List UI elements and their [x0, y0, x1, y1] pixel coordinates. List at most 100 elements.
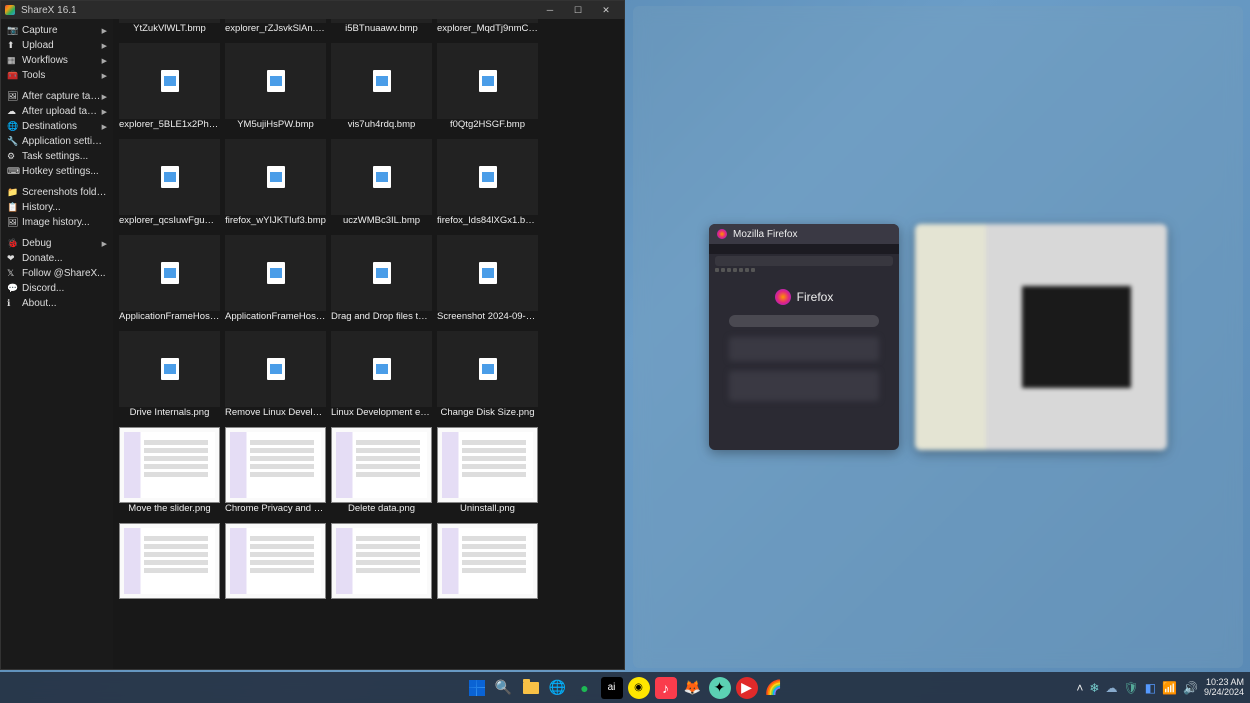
- image-file-icon: [161, 166, 179, 188]
- image-file-icon: [267, 262, 285, 284]
- music-button[interactable]: ♪: [655, 677, 677, 699]
- gallery-item[interactable]: Drive Internals.png: [119, 331, 220, 422]
- gallery-item[interactable]: [331, 523, 432, 614]
- menu-tools[interactable]: 🧰Tools▶: [1, 68, 113, 83]
- minimize-button[interactable]: ─: [536, 2, 564, 19]
- gallery-item[interactable]: Linux Development enviro...: [331, 331, 432, 422]
- menu-discord[interactable]: 💬Discord...: [1, 281, 113, 296]
- gallery-item[interactable]: Remove Linux Developme...: [225, 331, 326, 422]
- clock[interactable]: 10:23 AM 9/24/2024: [1204, 678, 1244, 698]
- close-button[interactable]: ✕: [592, 2, 620, 19]
- menu-debug[interactable]: 🐞Debug▶: [1, 236, 113, 251]
- gallery-item[interactable]: [119, 523, 220, 614]
- gallery-item[interactable]: firefox_Ids84lXGx1.bmp: [437, 139, 538, 230]
- gallery-item[interactable]: ApplicationFrameHost_Kd...: [225, 235, 326, 326]
- menu-upload[interactable]: ⬆Upload▶: [1, 38, 113, 53]
- gallery-item[interactable]: Move the slider.png: [119, 427, 220, 518]
- app-button[interactable]: ✦: [709, 677, 731, 699]
- image-file-icon: [373, 358, 391, 380]
- file-name: f0Qtg2HSGF.bmp: [437, 119, 538, 134]
- gallery-item[interactable]: uczWMBc3IL.bmp: [331, 139, 432, 230]
- gallery-item[interactable]: vis7uh4rdq.bmp: [331, 43, 432, 134]
- gallery-item[interactable]: Change Disk Size.png: [437, 331, 538, 422]
- gallery-item[interactable]: explorer_MqdTj9nmCe.bmp: [437, 19, 538, 38]
- gallery-item[interactable]: explorer_5BLE1x2Phq.bmp: [119, 43, 220, 134]
- tray-app-icon[interactable]: ❄: [1089, 681, 1099, 695]
- gallery-item[interactable]: firefox_wYIJKTIuf3.bmp: [225, 139, 326, 230]
- file-name: Screenshot 2024-09-21 12...: [437, 311, 538, 326]
- file-name: YtZukVlWLT.bmp: [119, 23, 220, 38]
- file-thumbnail: [331, 43, 432, 119]
- gallery-item[interactable]: YtZukVlWLT.bmp: [119, 19, 220, 38]
- tray-volume-icon[interactable]: 🔊: [1183, 681, 1198, 695]
- tray-chevron-icon[interactable]: ˄: [1076, 681, 1083, 695]
- titlebar[interactable]: ShareX 16.1 ─ ☐ ✕: [1, 1, 624, 19]
- file-thumbnail: [119, 331, 220, 407]
- image-file-icon: [479, 358, 497, 380]
- screenshot-preview: [230, 432, 321, 497]
- app-button[interactable]: ◉: [628, 677, 650, 699]
- gallery-item[interactable]: Chrome Privacy and Securi...: [225, 427, 326, 518]
- explorer-button[interactable]: [520, 677, 542, 699]
- menu-about[interactable]: ℹAbout...: [1, 296, 113, 311]
- file-thumbnail: [437, 235, 538, 311]
- firefox-button[interactable]: 🦊: [682, 677, 704, 699]
- menu-capture[interactable]: 📷Capture▶: [1, 23, 113, 38]
- firefox-logo: Firefox: [775, 289, 834, 305]
- search-button[interactable]: 🔍: [493, 677, 515, 699]
- tray-security-icon[interactable]: 🛡: [1123, 681, 1138, 695]
- sharex-window: ShareX 16.1 ─ ☐ ✕ 📷Capture▶ ⬆Upload▶ ▦Wo…: [0, 0, 625, 670]
- chevron-right-icon: ▶: [102, 240, 107, 248]
- gallery-item[interactable]: Drag and Drop files to Goo...: [331, 235, 432, 326]
- menu-history[interactable]: 📋History...: [1, 200, 113, 215]
- menu-image-history[interactable]: 🖼Image history...: [1, 215, 113, 230]
- menu-after-capture[interactable]: 🖼After capture tasks▶: [1, 89, 113, 104]
- start-button[interactable]: [466, 677, 488, 699]
- menu-follow[interactable]: 𝕏Follow @ShareX...: [1, 266, 113, 281]
- menu-screenshots-folder[interactable]: 📁Screenshots folder...: [1, 185, 113, 200]
- cloud-icon: ☁: [7, 106, 17, 117]
- menu-hotkey-settings[interactable]: ⌨Hotkey settings...: [1, 164, 113, 179]
- chrome-button[interactable]: 🌈: [763, 677, 785, 699]
- maximize-button[interactable]: ☐: [564, 2, 592, 19]
- gallery-item[interactable]: explorer_qcsIuwFguR.bmp: [119, 139, 220, 230]
- gallery-item[interactable]: Screenshot 2024-09-21 12...: [437, 235, 538, 326]
- file-thumbnail: [331, 427, 432, 503]
- snap-assist-area: Mozilla Firefox Firefox: [633, 6, 1243, 668]
- menu-donate[interactable]: ❤Donate...: [1, 251, 113, 266]
- file-thumbnail: [225, 43, 326, 119]
- gallery-item[interactable]: explorer_rZJsvkSlAn.bmp: [225, 19, 326, 38]
- gallery-item[interactable]: i5BTnuaawv.bmp: [331, 19, 432, 38]
- snap-thumbnail-firefox[interactable]: Mozilla Firefox Firefox: [709, 224, 899, 450]
- app-button[interactable]: ai: [601, 677, 623, 699]
- tray-wifi-icon[interactable]: 📶: [1162, 681, 1177, 695]
- keyboard-icon: ⌨: [7, 166, 17, 177]
- file-name: explorer_MqdTj9nmCe.bmp: [437, 23, 538, 38]
- chevron-right-icon: ▶: [102, 108, 107, 116]
- gallery-item[interactable]: f0Qtg2HSGF.bmp: [437, 43, 538, 134]
- file-thumbnail: [225, 331, 326, 407]
- images-icon: 🖼: [7, 217, 17, 228]
- tray-app-icon[interactable]: ◧: [1145, 681, 1156, 695]
- gallery-item[interactable]: ApplicationFrameHost_Gc...: [119, 235, 220, 326]
- file-name: [119, 599, 220, 614]
- gallery-item[interactable]: [437, 523, 538, 614]
- app-button[interactable]: ▶: [736, 677, 758, 699]
- menu-destinations[interactable]: 🌐Destinations▶: [1, 119, 113, 134]
- gallery-item[interactable]: [225, 523, 326, 614]
- gallery-item[interactable]: YM5ujiHsPW.bmp: [225, 43, 326, 134]
- menu-task-settings[interactable]: ⚙Task settings...: [1, 149, 113, 164]
- menu-after-upload[interactable]: ☁After upload tasks▶: [1, 104, 113, 119]
- image-file-icon: [373, 166, 391, 188]
- spotify-button[interactable]: ●: [574, 677, 596, 699]
- gallery-item[interactable]: Uninstall.png: [437, 427, 538, 518]
- chevron-right-icon: ▶: [102, 27, 107, 35]
- menu-workflows[interactable]: ▦Workflows▶: [1, 53, 113, 68]
- firefox-search: [729, 315, 878, 327]
- edge-button[interactable]: 🌐: [547, 677, 569, 699]
- snap-thumbnail-app[interactable]: [915, 224, 1167, 450]
- gallery-item[interactable]: Delete data.png: [331, 427, 432, 518]
- tray-onedrive-icon[interactable]: ☁: [1105, 681, 1117, 695]
- menu-app-settings[interactable]: 🔧Application settings...: [1, 134, 113, 149]
- image-icon: 🖼: [7, 91, 17, 102]
